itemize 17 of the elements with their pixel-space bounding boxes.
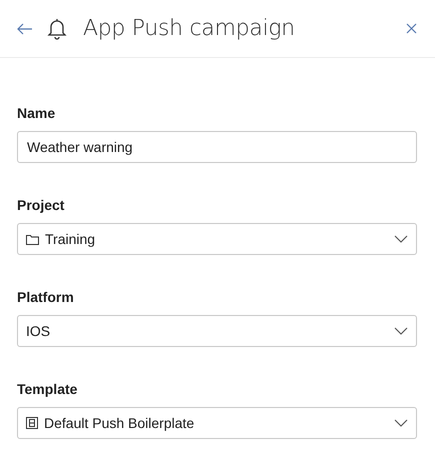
- close-button[interactable]: [406, 23, 417, 34]
- bell-icon: [47, 18, 67, 40]
- back-button[interactable]: [17, 22, 33, 34]
- panel-title: App Push campaign: [83, 16, 296, 41]
- dropdown[interactable]: IOS: [17, 315, 417, 347]
- chevron-down-icon: [394, 419, 408, 427]
- chevron-down-icon: [394, 235, 408, 243]
- dropdown[interactable]: Default Push Boilerplate: [17, 407, 417, 439]
- folder-icon: [26, 234, 39, 244]
- dropdown[interactable]: Training: [17, 223, 417, 255]
- field-label: Project: [17, 197, 66, 213]
- template-icon: [26, 417, 38, 429]
- chevron-down-icon: [394, 327, 408, 335]
- field-label: Platform: [17, 289, 75, 305]
- field-label: Name: [17, 105, 56, 121]
- text-field[interactable]: Weather warning: [17, 131, 417, 163]
- field-label: Template: [17, 381, 78, 397]
